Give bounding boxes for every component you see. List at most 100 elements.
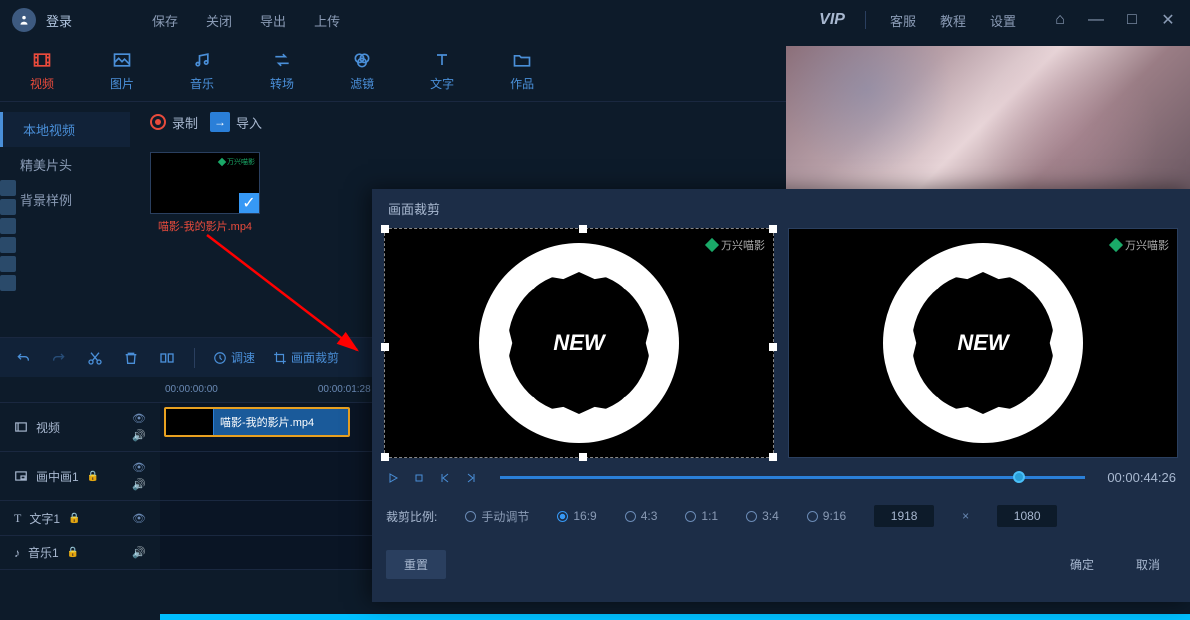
tab-works[interactable]: 作品 [510, 49, 534, 92]
import-button[interactable]: → 导入 [210, 112, 262, 132]
crop-handle[interactable] [381, 225, 389, 233]
lock-icon[interactable]: 🔒 [87, 471, 99, 482]
split-icon[interactable] [158, 349, 176, 367]
crop-handle[interactable] [381, 453, 389, 461]
tab-label: 滤镜 [350, 75, 374, 92]
dialog-title: 画面裁剪 [372, 189, 1190, 228]
tab-label: 音乐 [190, 75, 214, 92]
timeline-scrollbar[interactable] [160, 614, 1190, 620]
tab-label: 转场 [270, 75, 294, 92]
delete-icon[interactable] [122, 349, 140, 367]
speaker-icon[interactable]: 🔊 [132, 478, 146, 491]
preview-panel [786, 46, 1190, 192]
media-clip[interactable]: 万兴喵影 ✓ 喵影-我的影片.mp4 [150, 152, 260, 234]
dimension-x: × [962, 509, 969, 523]
ratio-1-1[interactable]: 1:1 [685, 509, 718, 523]
record-icon [150, 114, 166, 130]
crop-handle[interactable] [769, 225, 777, 233]
undo-icon[interactable] [14, 349, 32, 367]
watermark: 万兴喵影 [1111, 237, 1169, 253]
ok-button[interactable]: 确定 [1054, 550, 1110, 579]
menu-tutorial[interactable]: 教程 [940, 11, 966, 30]
ratio-4-3[interactable]: 4:3 [625, 509, 658, 523]
menu-export[interactable]: 导出 [260, 11, 286, 30]
record-label: 录制 [172, 113, 198, 132]
crop-result-preview: 万兴喵影 NEW [788, 228, 1178, 458]
lock-icon[interactable]: 🔒 [67, 547, 79, 558]
ratio-9-16[interactable]: 9:16 [807, 509, 846, 523]
tab-label: 图片 [110, 75, 134, 92]
crop-handle[interactable] [769, 343, 777, 351]
menu-upload[interactable]: 上传 [314, 11, 340, 30]
badge-text: NEW [514, 278, 644, 408]
next-icon[interactable] [464, 471, 478, 485]
tab-label: 视频 [30, 75, 54, 92]
tab-text[interactable]: 文字 [430, 49, 454, 92]
home-icon[interactable]: ⌂ [1050, 10, 1070, 30]
close-icon[interactable]: ✕ [1158, 10, 1178, 30]
speed-button[interactable]: 调速 [213, 349, 255, 366]
ratio-16-9[interactable]: 16:9 [557, 509, 596, 523]
eye-icon[interactable]: 👁 [132, 412, 146, 425]
crop-source-preview[interactable]: 万兴喵影 NEW [384, 228, 774, 458]
tab-image[interactable]: 图片 [110, 49, 134, 92]
crop-handle[interactable] [381, 343, 389, 351]
slider-thumb[interactable] [1013, 471, 1025, 483]
ratio-3-4[interactable]: 3:4 [746, 509, 779, 523]
play-icon[interactable] [386, 471, 400, 485]
vip-badge[interactable]: VIP [819, 11, 866, 29]
speaker-icon[interactable]: 🔊 [132, 429, 146, 442]
prev-icon[interactable] [438, 471, 452, 485]
menu-save[interactable]: 保存 [152, 11, 178, 30]
image-icon [111, 49, 133, 71]
tab-label: 作品 [510, 75, 534, 92]
sidebar-item-intro[interactable]: 精美片头 [0, 147, 130, 182]
player-controls: 00:00:44:26 [372, 458, 1190, 497]
ratio-manual[interactable]: 手动调节 [465, 508, 529, 525]
film-icon [31, 49, 53, 71]
login-button[interactable]: 登录 [46, 11, 72, 30]
text-icon [431, 49, 453, 71]
menu-settings[interactable]: 设置 [990, 11, 1016, 30]
speaker-icon[interactable]: 🔊 [132, 546, 146, 559]
minimize-icon[interactable]: — [1086, 10, 1106, 30]
crop-handle[interactable] [769, 453, 777, 461]
redo-icon[interactable] [50, 349, 68, 367]
height-input[interactable] [997, 505, 1057, 527]
music-icon [191, 49, 213, 71]
crop-handle[interactable] [579, 453, 587, 461]
crop-handle[interactable] [579, 225, 587, 233]
crop-button[interactable]: 画面裁剪 [273, 349, 339, 366]
reset-button[interactable]: 重置 [386, 550, 446, 579]
tab-video[interactable]: 视频 [30, 49, 54, 92]
music-track-icon: ♪ [14, 546, 20, 560]
eye-icon[interactable]: 👁 [132, 512, 146, 525]
stop-icon[interactable] [412, 471, 426, 485]
watermark: 万兴喵影 [707, 237, 765, 253]
cut-icon[interactable] [86, 349, 104, 367]
maximize-icon[interactable]: □ [1122, 10, 1142, 30]
menu-support[interactable]: 客服 [890, 11, 916, 30]
eye-icon[interactable]: 👁 [132, 461, 146, 474]
timeline-clip[interactable]: 喵影-我的影片.mp4 [164, 407, 350, 437]
track-label: 画中画1 [36, 468, 79, 485]
cancel-button[interactable]: 取消 [1120, 550, 1176, 579]
time-display: 00:00:44:26 [1107, 470, 1176, 485]
sidebar-item-local[interactable]: 本地视频 [0, 112, 130, 147]
app-logo [12, 8, 36, 32]
folder-icon [511, 49, 533, 71]
ratio-label: 裁剪比例: [386, 508, 437, 525]
sidebar-item-bg[interactable]: 背景样例 [0, 182, 130, 217]
lock-icon[interactable]: 🔒 [68, 513, 80, 524]
width-input[interactable] [874, 505, 934, 527]
record-button[interactable]: 录制 [150, 113, 198, 132]
tab-filter[interactable]: 滤镜 [350, 49, 374, 92]
time-tick: 00:00:01:28 [318, 384, 371, 395]
tab-music[interactable]: 音乐 [190, 49, 214, 92]
track-label: 音乐1 [28, 544, 59, 561]
pip-track-icon [14, 469, 28, 483]
thumb-watermark: 万兴喵影 [219, 157, 255, 167]
player-slider[interactable] [500, 476, 1085, 479]
menu-close[interactable]: 关闭 [206, 11, 232, 30]
tab-transition[interactable]: 转场 [270, 49, 294, 92]
